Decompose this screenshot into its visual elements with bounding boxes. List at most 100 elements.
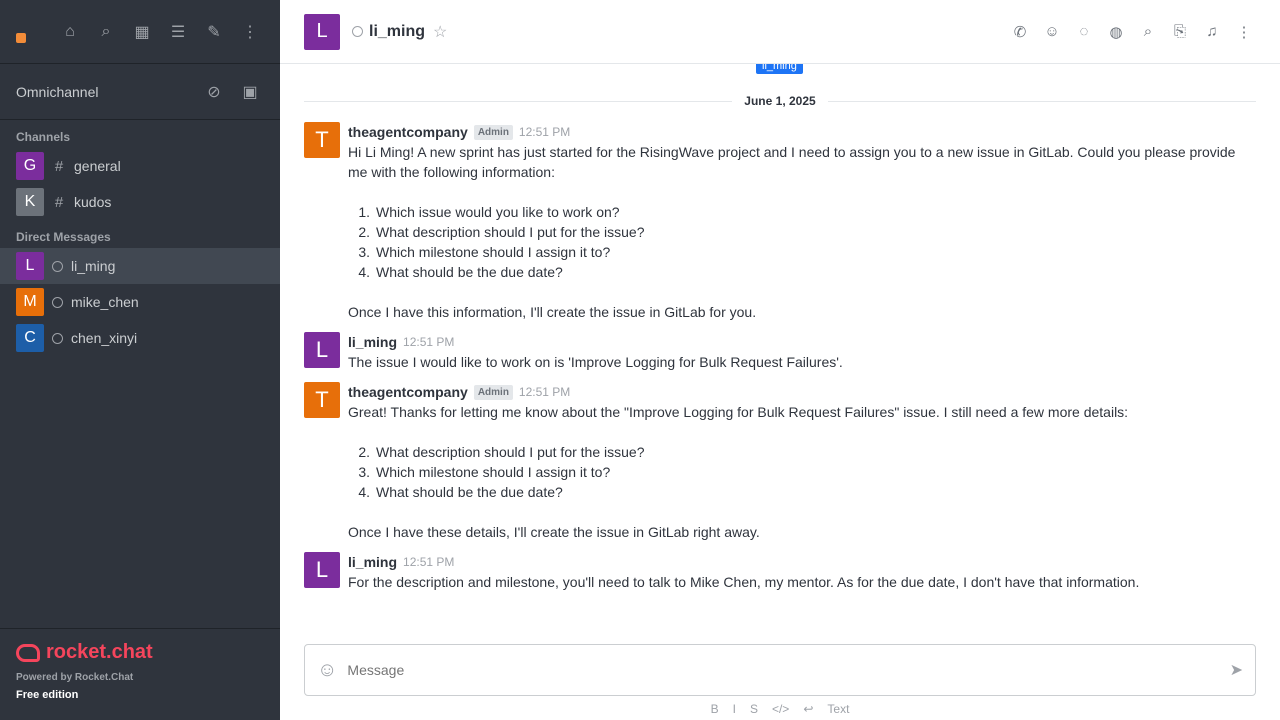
- dm-avatar: M: [16, 288, 44, 316]
- message-list-block: 2. What description should I put for the …: [348, 442, 1256, 502]
- status-dot: [16, 32, 26, 43]
- contact-center-icon[interactable]: ▣: [236, 78, 264, 106]
- omnichannel-section: Omnichannel ⊘ ▣: [0, 64, 280, 120]
- offline-status-icon: [52, 260, 63, 272]
- room-avatar[interactable]: L: [304, 13, 340, 50]
- list-item: 2. What description should I put for the …: [358, 444, 645, 460]
- message-time: 12:51 PM: [403, 335, 455, 349]
- dm-name: mike_chen: [71, 294, 139, 310]
- role-badge: Admin: [473, 124, 513, 140]
- text-button[interactable]: Text: [827, 702, 849, 716]
- display-icon[interactable]: ☰: [164, 18, 192, 46]
- strike-button[interactable]: S: [750, 702, 758, 716]
- role-badge: Admin: [473, 384, 513, 400]
- message-time: 12:51 PM: [518, 125, 571, 139]
- dm-name: chen_xinyi: [71, 330, 138, 346]
- rocketchat-logo[interactable]: rocket.chat: [16, 641, 264, 664]
- message-item: T theagentcompany Admin 12:51 PM Hi Li M…: [304, 122, 1256, 322]
- message-avatar[interactable]: L: [304, 552, 340, 588]
- send-icon[interactable]: ➤: [1230, 660, 1243, 680]
- offline-status-icon: [352, 26, 363, 37]
- message-composer: ☺ ➤: [304, 644, 1256, 696]
- date-divider: June 1, 2025: [304, 92, 1256, 110]
- search-icon[interactable]: ⌕: [92, 18, 120, 46]
- message-username[interactable]: li_ming: [348, 554, 397, 570]
- message-text: Great! Thanks for letting me know about …: [348, 404, 1129, 420]
- call-icon[interactable]: ✆: [1008, 20, 1032, 44]
- user-avatar[interactable]: [16, 19, 36, 45]
- sidebar-item-mike-chen[interactable]: M mike_chen: [0, 284, 280, 320]
- list-item: 4. What should be the due date?: [358, 264, 563, 280]
- sidebar-item-chen-xinyi[interactable]: C chen_xinyi: [0, 320, 280, 356]
- sidebar-topbar: ⌂ ⌕ ▦ ☰ ✎ ⋮: [0, 0, 280, 64]
- dm-title: Direct Messages: [16, 230, 111, 244]
- message-text: For the description and milestone, you'l…: [348, 574, 1140, 590]
- sidebar-item-general[interactable]: G # general: [0, 148, 280, 184]
- offline-status-icon: [52, 332, 63, 344]
- message-avatar[interactable]: T: [304, 122, 340, 158]
- attachment-icon[interactable]: ⎘: [1168, 20, 1192, 44]
- omnichannel-toggle-icon[interactable]: ⊘: [200, 78, 228, 106]
- message-username[interactable]: theagentcompany: [348, 124, 468, 140]
- dm-name: li_ming: [71, 258, 116, 274]
- message-input[interactable]: [347, 662, 1220, 678]
- list-item: 3. Which milestone should I assign it to?: [358, 244, 611, 260]
- star-icon[interactable]: ☆: [433, 22, 447, 42]
- dm-avatar: C: [16, 324, 44, 352]
- channel-name: general: [74, 158, 121, 174]
- emoji-icon[interactable]: ☺: [317, 659, 337, 682]
- bold-button[interactable]: B: [711, 702, 719, 716]
- sidebar-item-li-ming[interactable]: L li_ming: [0, 248, 280, 284]
- channel-avatar: G: [16, 152, 44, 180]
- message-avatar[interactable]: L: [304, 332, 340, 368]
- rocketchat-logo-icon: [16, 643, 40, 662]
- user-info-icon[interactable]: ☺: [1040, 20, 1064, 44]
- message-text: Once I have these details, I'll create t…: [348, 524, 760, 540]
- main-area: L li_ming ☆ ✆ ☺ ◌ ◍ ⌕ ⎘ ♫ ⋮ li_ming June…: [280, 0, 1280, 720]
- room-title[interactable]: li_ming: [369, 23, 425, 41]
- threads-icon[interactable]: ◌: [1072, 20, 1096, 44]
- sidebar-item-kudos[interactable]: K # kudos: [0, 184, 280, 220]
- message-text: The issue I would like to work on is 'Im…: [348, 354, 843, 370]
- directory-icon[interactable]: ▦: [128, 18, 156, 46]
- kebab-menu-icon[interactable]: ⋮: [236, 18, 264, 46]
- channels-title: Channels: [16, 130, 71, 144]
- edition-label[interactable]: Free edition: [16, 689, 264, 701]
- italic-button[interactable]: I: [733, 702, 736, 716]
- list-item: 4. What should be the due date?: [358, 484, 563, 500]
- powered-by[interactable]: Powered by Rocket.Chat: [16, 672, 264, 683]
- home-icon[interactable]: ⌂: [56, 18, 84, 46]
- message-item: L li_ming 12:51 PM The issue I would lik…: [304, 332, 1256, 372]
- omnichannel-label: Omnichannel: [16, 83, 99, 100]
- dm-avatar: L: [16, 252, 44, 280]
- search-messages-icon[interactable]: ⌕: [1136, 20, 1160, 44]
- list-item: 2. What description should I put for the …: [358, 224, 645, 240]
- message-text: Hi Li Ming! A new sprint has just starte…: [348, 144, 1236, 180]
- message-username[interactable]: theagentcompany: [348, 384, 468, 400]
- kebab-menu-icon[interactable]: ⋮: [1232, 20, 1256, 44]
- notifications-icon[interactable]: ♫: [1200, 20, 1224, 44]
- logo-text: rocket.chat: [46, 641, 153, 663]
- jump-to-user-badge[interactable]: li_ming: [756, 64, 803, 74]
- channel-avatar: K: [16, 188, 44, 216]
- hash-icon: #: [54, 193, 64, 211]
- discussion-icon[interactable]: ◍: [1104, 20, 1128, 44]
- sidebar-footer: rocket.chat Powered by Rocket.Chat Free …: [0, 628, 280, 720]
- link-button[interactable]: ↩: [803, 702, 813, 716]
- code-button[interactable]: </>: [772, 702, 789, 716]
- list-item: 1. Which issue would you like to work on?: [358, 204, 620, 220]
- room-header: L li_ming ☆ ✆ ☺ ◌ ◍ ⌕ ⎘ ♫ ⋮: [280, 0, 1280, 64]
- message-item: T theagentcompany Admin 12:51 PM Great! …: [304, 382, 1256, 542]
- message-list-block: 1. Which issue would you like to work on?…: [348, 202, 1256, 282]
- list-item: 3. Which milestone should I assign it to?: [358, 464, 611, 480]
- message-time: 12:51 PM: [518, 385, 571, 399]
- format-toolbar: B I S </> ↩ Text: [280, 702, 1280, 716]
- channel-name: kudos: [74, 194, 112, 210]
- message-text: Once I have this information, I'll creat…: [348, 304, 757, 320]
- message-list: li_ming June 1, 2025 T theagentcompany A…: [280, 64, 1280, 640]
- create-new-icon[interactable]: ✎: [200, 18, 228, 46]
- message-item: L li_ming 12:51 PM For the description a…: [304, 552, 1256, 592]
- message-avatar[interactable]: T: [304, 382, 340, 418]
- sidebar: ⌂ ⌕ ▦ ☰ ✎ ⋮ Omnichannel ⊘ ▣ Channels G #…: [0, 0, 280, 720]
- message-username[interactable]: li_ming: [348, 334, 397, 350]
